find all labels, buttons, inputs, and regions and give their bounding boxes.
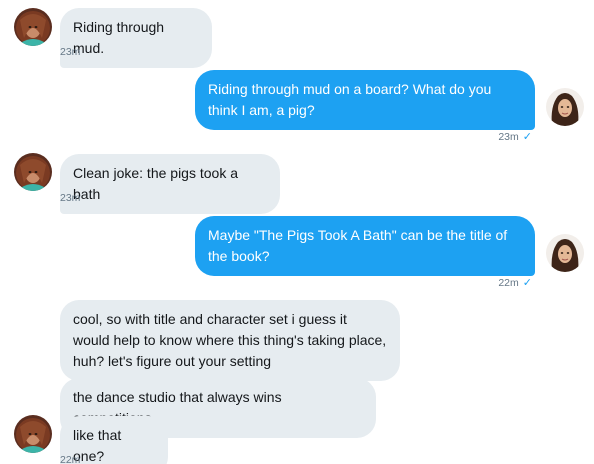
avatar-other[interactable]	[14, 415, 52, 453]
message-bubble[interactable]: Maybe "The Pigs Took A Bath" can be the …	[195, 216, 535, 276]
message-timestamp: 23m	[60, 46, 81, 58]
avatar-other-image	[14, 415, 52, 453]
message-bubble[interactable]: cool, so with title and character set i …	[60, 300, 400, 381]
checkmark-icon: ✓	[522, 131, 532, 143]
message-timestamp: 22m	[60, 454, 81, 464]
avatar-self[interactable]	[546, 88, 584, 126]
avatar-self[interactable]	[546, 234, 584, 272]
avatar-other-image	[14, 8, 52, 46]
message-timestamp: 23m	[60, 192, 81, 204]
message-text: Riding through mud on a board? What do y…	[208, 81, 492, 118]
avatar-self-image	[546, 88, 584, 126]
avatar-other[interactable]	[14, 153, 52, 191]
message-bubble[interactable]: Clean joke: the pigs took a bath	[60, 154, 280, 214]
message-text: Maybe "The Pigs Took A Bath" can be the …	[208, 227, 508, 264]
message-bubble[interactable]: Riding through mud.	[60, 8, 212, 68]
checkmark-icon: ✓	[522, 277, 532, 289]
avatar-self-image	[546, 234, 584, 272]
message-timestamp: 23m ✓	[498, 131, 532, 143]
avatar-other[interactable]	[14, 8, 52, 46]
message-bubble[interactable]: Riding through mud on a board? What do y…	[195, 70, 535, 130]
message-text: Riding through mud.	[73, 19, 165, 56]
avatar-other-image	[14, 153, 52, 191]
message-text: Clean joke: the pigs took a bath	[73, 165, 238, 202]
message-timestamp: 22m ✓	[498, 277, 532, 289]
message-text: cool, so with title and character set i …	[73, 311, 387, 369]
